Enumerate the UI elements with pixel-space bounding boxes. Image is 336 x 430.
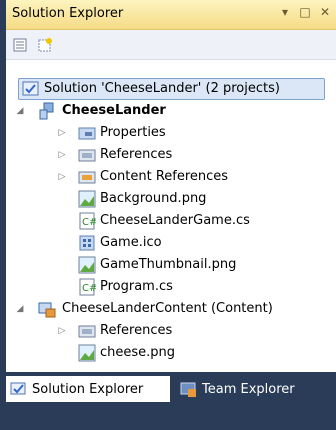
tree-item-project-cheeselander[interactable]: ◢ CheeseLander: [14, 100, 166, 122]
close-icon[interactable]: ✕: [318, 5, 332, 19]
svg-text:C#: C#: [82, 283, 96, 294]
expanded-arrow-icon[interactable]: ◢: [14, 303, 26, 315]
tree-item-references[interactable]: ▷ References: [56, 144, 173, 166]
project-icon: [39, 102, 54, 120]
tree-item-project-content[interactable]: ◢ CheeseLanderContent (Content): [14, 298, 273, 320]
properties-icon[interactable]: [12, 36, 30, 54]
collapsed-arrow-icon[interactable]: ▷: [56, 171, 68, 183]
references-folder-icon: [78, 325, 96, 338]
tree-item-content-references[interactable]: ▷ Content References: [56, 166, 229, 188]
tree-item-solution[interactable]: Solution 'CheeseLander' (2 projects): [22, 78, 280, 100]
tree-item-label: GameThumbnail.png: [100, 257, 237, 272]
tree-item-label: Game.ico: [100, 235, 162, 250]
title-buttons: ▾ □ ✕: [278, 5, 332, 19]
image-file-icon: [78, 256, 96, 274]
solution-icon: [22, 81, 39, 96]
content-references-folder-icon: [78, 171, 96, 184]
solution-explorer-icon: [10, 382, 26, 395]
properties-folder-icon: [78, 127, 96, 140]
collapsed-arrow-icon[interactable]: ▷: [56, 325, 68, 337]
tree-item-label: Content References: [100, 169, 229, 184]
tree-item-cheese-png[interactable]: cheese.png: [78, 342, 175, 364]
tab-label: Solution Explorer: [32, 381, 144, 397]
tree-item-label: References: [100, 147, 173, 162]
maximize-icon[interactable]: □: [298, 5, 312, 19]
tree-item-label: Program.cs: [100, 279, 173, 294]
tab-solution-explorer[interactable]: Solution Explorer: [6, 376, 170, 402]
svg-text:C#: C#: [82, 217, 96, 228]
tree-item-label: CheeseLanderGame.cs: [100, 213, 250, 228]
collapsed-arrow-icon[interactable]: ▷: [56, 149, 68, 161]
tree-item-gamethumbnail-png[interactable]: GameThumbnail.png: [78, 254, 236, 276]
tree-item-content-references-2[interactable]: ▷ References: [56, 320, 173, 342]
tree-item-label: References: [100, 323, 173, 338]
image-file-icon: [78, 190, 96, 208]
dropdown-arrow-icon[interactable]: ▾: [278, 5, 292, 19]
show-all-files-icon[interactable]: [36, 36, 54, 54]
panel-title: Solution Explorer: [12, 6, 124, 21]
image-file-icon: [78, 344, 96, 362]
tree-item-label: Properties: [100, 125, 166, 140]
tree-item-background-png[interactable]: Background.png: [78, 188, 206, 210]
title-bar: Solution Explorer ▾ □ ✕: [6, 0, 336, 30]
tree-item-label: cheese.png: [100, 345, 176, 360]
csharp-file-icon: C#: [79, 278, 96, 296]
icon-file-icon: [79, 235, 95, 251]
tree-item-cheeselandergame-cs[interactable]: C# CheeseLanderGame.cs: [78, 210, 250, 232]
csharp-file-icon: C#: [79, 212, 96, 230]
tree-item-label: Solution 'CheeseLander' (2 projects): [44, 81, 280, 96]
collapsed-arrow-icon[interactable]: ▷: [56, 127, 68, 139]
tree-item-game-ico[interactable]: Game.ico: [78, 232, 162, 254]
references-folder-icon: [78, 149, 96, 162]
tab-team-explorer[interactable]: Team Explorer: [176, 376, 316, 402]
tree-item-label: CheeseLanderContent (Content): [62, 301, 273, 316]
tab-label: Team Explorer: [202, 381, 295, 397]
team-explorer-icon: [180, 382, 196, 397]
tree-item-label: CheeseLander: [62, 103, 166, 118]
tree-item-program-cs[interactable]: C# Program.cs: [78, 276, 173, 298]
tree-item-label: Background.png: [100, 191, 207, 206]
content-project-icon: [38, 302, 56, 318]
toolbar: [6, 30, 336, 60]
tree-item-properties[interactable]: ▷ Properties: [56, 122, 166, 144]
expanded-arrow-icon[interactable]: ◢: [14, 105, 26, 117]
bottom-tab-strip: Solution Explorer Team Explorer: [0, 372, 336, 430]
